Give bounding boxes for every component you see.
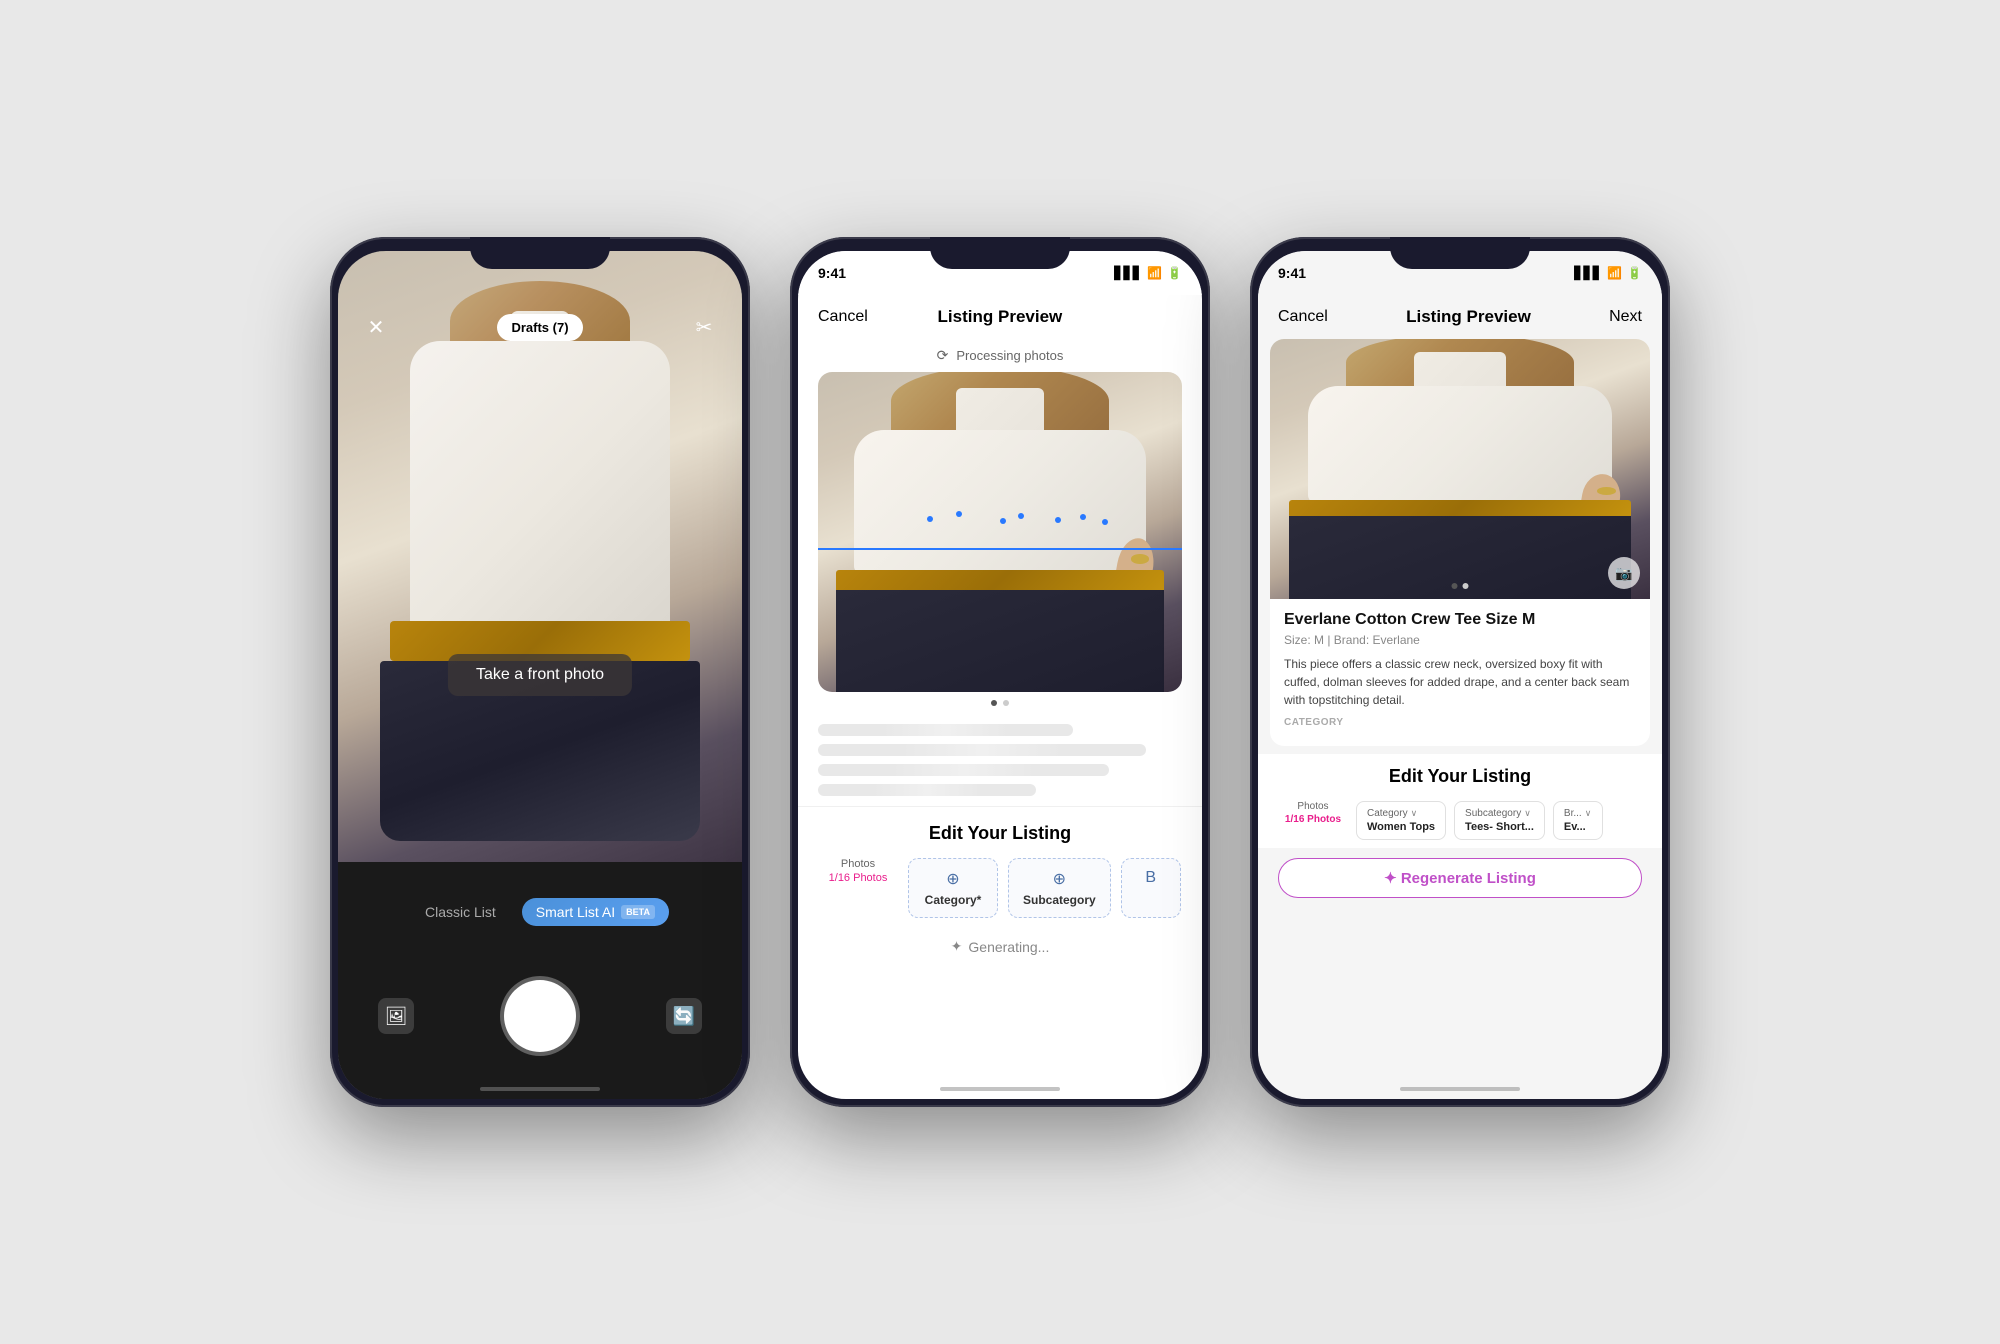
image-carousel-dots [1452, 583, 1469, 589]
tab-photos-label: Photos [1297, 801, 1328, 812]
tab-photos-label: Photos [841, 858, 875, 870]
listing-description: This piece offers a classic crew neck, o… [1284, 655, 1636, 709]
listing-card-content: Everlane Cotton Crew Tee Size M Size: M … [1270, 599, 1650, 746]
listing-meta: Size: M | Brand: Everlane [1284, 633, 1636, 647]
edit-section: Edit Your Listing Photos 1/16 Photos ⊕ C… [798, 806, 1202, 926]
carousel-dot-2[interactable] [1003, 700, 1009, 706]
edit-photo-button[interactable]: 📷 [1608, 557, 1640, 589]
status-time: 9:41 [818, 265, 846, 281]
tab-category-icon: ⊕ [946, 869, 959, 889]
home-indicator [940, 1087, 1060, 1091]
tab-brand-label: Br... [1564, 808, 1582, 819]
phone-2: 9:41 ▋▋▋ 📶 🔋 Cancel Listing Preview ⟳ Pr… [790, 237, 1210, 1107]
loading-icon: ⟳ [937, 347, 949, 364]
generating-status: ✦ Generating... [798, 926, 1202, 963]
status-icons: ▋▋▋ 📶 🔋 [1114, 266, 1182, 280]
gallery-icon[interactable]: 🖼 [378, 998, 414, 1034]
capture-button[interactable] [504, 980, 576, 1052]
edit-title: Edit Your Listing [818, 823, 1182, 844]
processing-status: ⟳ Processing photos [798, 339, 1202, 372]
carousel-dot-1[interactable] [991, 700, 997, 706]
edit-title: Edit Your Listing [1278, 766, 1642, 787]
scan-line [818, 548, 1182, 550]
tab-photos[interactable]: Photos 1/16 Photos [818, 858, 898, 918]
carousel-dots [798, 692, 1202, 714]
processing-text: Processing photos [956, 348, 1063, 363]
sparkle-icon: ✦ [951, 938, 963, 955]
cancel-button[interactable]: Cancel [818, 308, 868, 326]
status-bar: 9:41 ▋▋▋ 📶 🔋 [1258, 251, 1662, 295]
drafts-button[interactable]: Drafts (7) [497, 314, 582, 341]
tab-photos[interactable]: Photos 1/16 Photos [1278, 801, 1348, 840]
tab-brand[interactable]: Br... ∨ Ev... [1553, 801, 1603, 840]
tab-category-value: Women Tops [1367, 821, 1435, 833]
skeleton-loader [798, 714, 1202, 806]
tab-category-label: Category [1367, 808, 1408, 819]
tab-photos-value: 1/16 Photos [1285, 814, 1341, 825]
scissors-icon[interactable]: ✂ [686, 309, 722, 345]
beta-badge: BETA [621, 905, 655, 919]
tab-subcategory[interactable]: Subcategory ∨ Tees- Short... [1454, 801, 1545, 840]
page-title: Listing Preview [1406, 307, 1531, 327]
listing-card-image: 📷 [1270, 339, 1650, 599]
home-indicator [480, 1087, 600, 1091]
tab-photos-value: 1/16 Photos [829, 872, 888, 884]
tab-subcategory-value: Tees- Short... [1465, 821, 1534, 833]
tab-subcategory-label: Subcategory [1023, 893, 1096, 907]
next-button[interactable]: Next [1609, 308, 1642, 326]
status-time: 9:41 [1278, 265, 1306, 281]
generating-text: Generating... [968, 939, 1049, 955]
skeleton-line-3 [818, 764, 1109, 776]
regenerate-label: ✦ Regenerate Listing [1384, 869, 1536, 887]
tab-row: Photos 1/16 Photos ⊕ Category* ⊕ Subcate… [818, 858, 1182, 918]
listing-card: 📷 Everlane Cotton Crew Tee Size M Size: … [1270, 339, 1650, 746]
tab-subcategory-label: Subcategory [1465, 808, 1521, 819]
close-icon[interactable]: ✕ [358, 309, 394, 345]
nav-bar: Cancel Listing Preview Next [1258, 295, 1662, 339]
tab-subcategory[interactable]: ⊕ Subcategory [1008, 858, 1111, 918]
status-bar: 9:41 ▋▋▋ 📶 🔋 [798, 251, 1202, 295]
tab-brand-icon: B [1145, 869, 1156, 887]
carousel-dot-2[interactable] [1463, 583, 1469, 589]
tab-category[interactable]: Category ∨ Women Tops [1356, 801, 1446, 840]
listing-image [818, 372, 1182, 692]
listing-title: Everlane Cotton Crew Tee Size M [1284, 611, 1636, 629]
nav-bar: Cancel Listing Preview [798, 295, 1202, 339]
edit-section: Edit Your Listing Photos 1/16 Photos Cat… [1258, 754, 1662, 848]
skeleton-line-2 [818, 744, 1146, 756]
skeleton-line-1 [818, 724, 1073, 736]
tab-subcategory-icon: ⊕ [1053, 869, 1066, 889]
phone-1: ✕ Drafts (7) ✂ Take a front photo Classi… [330, 237, 750, 1107]
tab-brand-value: Ev... [1564, 821, 1586, 833]
regenerate-button[interactable]: ✦ Regenerate Listing [1278, 858, 1642, 898]
home-indicator [1400, 1087, 1520, 1091]
flip-camera-icon[interactable]: 🔄 [666, 998, 702, 1034]
tab-row: Photos 1/16 Photos Category ∨ Women Tops [1278, 801, 1642, 840]
smart-list-button[interactable]: Smart List AI BETA [522, 898, 669, 926]
phone-3: 9:41 ▋▋▋ 📶 🔋 Cancel Listing Preview Next [1250, 237, 1670, 1107]
cancel-button[interactable]: Cancel [1278, 308, 1328, 326]
category-label: CATEGORY [1284, 717, 1636, 728]
classic-list-button[interactable]: Classic List [411, 898, 510, 926]
tab-category-label: Category* [925, 893, 982, 907]
status-icons: ▋▋▋ 📶 🔋 [1574, 266, 1642, 280]
tab-category[interactable]: ⊕ Category* [908, 858, 998, 918]
page-title: Listing Preview [938, 307, 1063, 327]
tab-brand[interactable]: B [1121, 858, 1181, 918]
photo-prompt: Take a front photo [448, 654, 632, 696]
skeleton-line-4 [818, 784, 1036, 796]
carousel-dot-1[interactable] [1452, 583, 1458, 589]
